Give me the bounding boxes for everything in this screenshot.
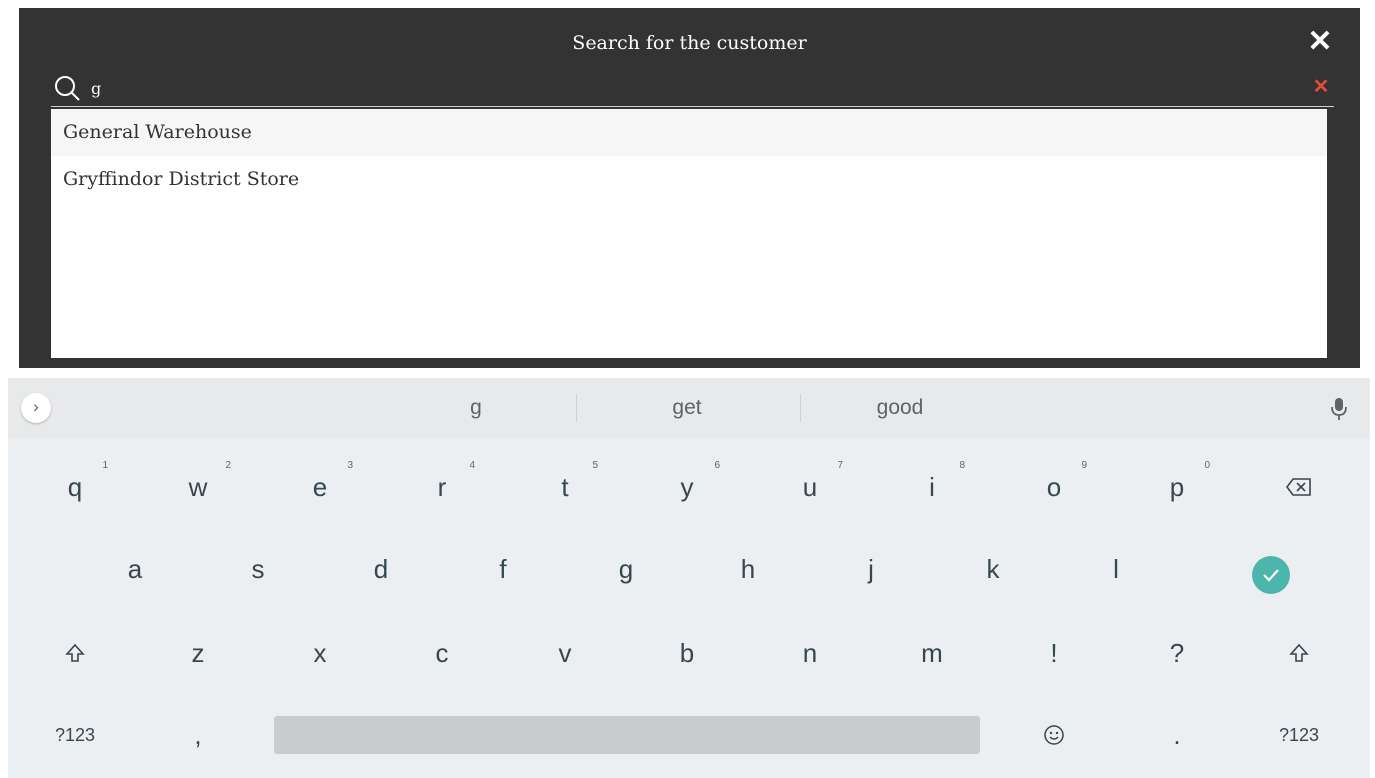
key-label: y <box>680 471 694 502</box>
key-exclamation[interactable]: ! <box>999 618 1109 688</box>
key-hint: 7 <box>837 460 843 471</box>
suggestion-item[interactable]: get <box>627 396 747 420</box>
suggestion-item[interactable]: g <box>416 396 536 420</box>
search-bar: ✕ <box>51 70 1334 107</box>
suggestion-divider <box>800 394 801 422</box>
key-y[interactable]: y6 <box>632 452 742 522</box>
shift-icon <box>65 643 85 662</box>
key-label: t <box>561 471 569 502</box>
key-n[interactable]: n <box>755 618 865 688</box>
key-label: o <box>1046 471 1062 502</box>
key-s[interactable]: s <box>203 534 313 604</box>
customer-search-dialog: Search for the customer ✕ ✕ General Ware… <box>19 8 1360 368</box>
key-hint: 4 <box>469 460 475 471</box>
on-screen-keyboard: › g get good q1 w2 e3 r4 t5 y6 u7 i8 o9 … <box>8 378 1370 778</box>
search-icon <box>55 76 80 101</box>
suggestion-item[interactable]: good <box>840 396 960 420</box>
key-j[interactable]: j <box>816 534 926 604</box>
key-c[interactable]: c <box>387 618 497 688</box>
key-l[interactable]: l <box>1061 534 1171 604</box>
key-v[interactable]: v <box>510 618 620 688</box>
shift-key-left[interactable] <box>20 618 130 688</box>
key-i[interactable]: i8 <box>877 452 987 522</box>
backspace-key[interactable] <box>1244 452 1354 522</box>
list-item[interactable]: Gryffindor District Store <box>51 156 1327 203</box>
microphone-icon[interactable] <box>1330 396 1348 422</box>
symbols-key-right[interactable]: ?123 <box>1244 700 1354 770</box>
close-icon[interactable]: ✕ <box>1306 27 1334 57</box>
chevron-right-icon[interactable]: › <box>21 393 51 423</box>
key-z[interactable]: z <box>143 618 253 688</box>
key-w[interactable]: w2 <box>143 452 253 522</box>
backspace-icon <box>1286 478 1311 496</box>
list-item[interactable]: General Warehouse <box>51 109 1327 156</box>
key-hint: 1 <box>102 460 108 471</box>
key-comma[interactable]: , <box>143 700 253 770</box>
key-m[interactable]: m <box>877 618 987 688</box>
key-hint: 6 <box>714 460 720 471</box>
search-input[interactable] <box>91 76 1241 100</box>
key-question[interactable]: ? <box>1122 618 1232 688</box>
space-key[interactable] <box>274 716 980 754</box>
key-q[interactable]: q1 <box>20 452 130 522</box>
emoji-key[interactable] <box>999 700 1109 770</box>
key-hint: 2 <box>225 460 231 471</box>
key-label: w <box>188 471 208 502</box>
suggestion-divider <box>576 394 577 422</box>
key-a[interactable]: a <box>80 534 190 604</box>
key-label: r <box>437 471 447 502</box>
key-hint: 9 <box>1081 460 1087 471</box>
key-hint: 8 <box>959 460 965 471</box>
key-f[interactable]: f <box>448 534 558 604</box>
key-t[interactable]: t5 <box>510 452 620 522</box>
key-p[interactable]: p0 <box>1122 452 1232 522</box>
search-results-list: General Warehouse Gryffindor District St… <box>51 109 1327 358</box>
emoji-icon <box>1044 725 1064 745</box>
key-o[interactable]: o9 <box>999 452 1109 522</box>
suggestion-bar: › g get good <box>8 378 1370 438</box>
clear-icon[interactable]: ✕ <box>1310 76 1332 98</box>
key-u[interactable]: u7 <box>755 452 865 522</box>
key-b[interactable]: b <box>632 618 742 688</box>
key-period[interactable]: . <box>1122 700 1232 770</box>
key-label: u <box>802 471 818 502</box>
key-hint: 3 <box>347 460 353 471</box>
key-hint: 0 <box>1204 460 1210 471</box>
dialog-title: Search for the customer <box>572 32 807 54</box>
key-k[interactable]: k <box>938 534 1048 604</box>
symbols-key-left[interactable]: ?123 <box>20 700 130 770</box>
key-label: e <box>312 471 328 502</box>
key-label: i <box>929 471 935 502</box>
key-x[interactable]: x <box>265 618 375 688</box>
key-label: p <box>1169 471 1185 502</box>
key-d[interactable]: d <box>326 534 436 604</box>
shift-key-right[interactable] <box>1244 618 1354 688</box>
key-label: q <box>67 471 83 502</box>
key-r[interactable]: r4 <box>387 452 497 522</box>
key-e[interactable]: e3 <box>265 452 375 522</box>
check-icon <box>1252 556 1290 594</box>
shift-icon <box>1289 643 1309 662</box>
key-h[interactable]: h <box>693 534 803 604</box>
key-g[interactable]: g <box>571 534 681 604</box>
enter-key[interactable] <box>1216 540 1326 610</box>
key-hint: 5 <box>592 460 598 471</box>
